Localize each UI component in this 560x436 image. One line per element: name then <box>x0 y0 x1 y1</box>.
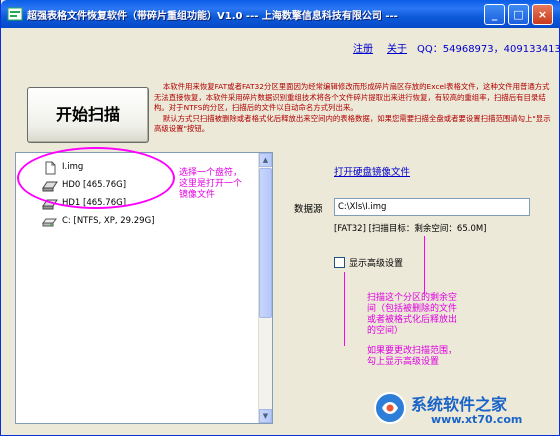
title-bar: 超强表格文件恢复软件（带碎片重组功能）V1.0 --- 上海数擎信息科技有限公司… <box>1 0 560 28</box>
source-field[interactable]: C:\Xls\I.img <box>334 198 530 216</box>
highlight-circle <box>17 147 175 209</box>
tree-scrollbar[interactable]: ▲ ▼ <box>258 153 272 423</box>
app-icon <box>7 7 23 21</box>
advanced-settings-checkbox[interactable] <box>334 257 345 268</box>
watermark-url: www.xt70.com <box>431 413 523 426</box>
maximize-button[interactable]: □ <box>508 4 529 25</box>
qq-contact: QQ：54968973，409133413 <box>417 44 560 55</box>
advanced-annotation: 如果要更改扫描范围， 勾上显示高级设置 <box>367 346 458 367</box>
scroll-down-arrow[interactable]: ▼ <box>259 409 272 423</box>
open-image-link[interactable]: 打开硬盘镜像文件 <box>334 164 410 178</box>
annotation-line <box>344 272 345 346</box>
scroll-thumb[interactable] <box>259 168 272 318</box>
annotation-line <box>424 236 425 294</box>
partition-icon <box>42 218 57 227</box>
window-title: 超强表格文件恢复软件（带碎片重组功能）V1.0 --- 上海数擎信息科技有限公司… <box>27 11 398 22</box>
about-link[interactable]: 关于 <box>387 40 407 55</box>
scroll-up-arrow[interactable]: ▲ <box>259 153 272 167</box>
tree-annotation: 选择一个盘符， 这里是打开一个 镜像文件 <box>179 168 243 200</box>
scan-info-text: [FAT32] [扫描目标：剩余空间：65.0M] <box>334 224 487 234</box>
watermark-name: 系统软件之家 <box>411 395 508 414</box>
description-paragraph-1: 本软件用来恢复FAT或者FAT32分区里面因为经常编辑修改而形成碎片扇区存放的E… <box>154 82 550 112</box>
watermark-logo-icon <box>374 392 406 424</box>
register-link[interactable]: 注册 <box>353 40 373 55</box>
close-button[interactable]: × <box>532 4 553 25</box>
minimize-button[interactable]: _ <box>484 4 505 25</box>
partition-annotation: 扫描这个分区的剩余空 间（包括被删除的文件 或者被格式化后释放出 的空间） <box>367 293 458 336</box>
advanced-settings-label: 显示高级设置 <box>349 259 404 269</box>
description-paragraph-2: 默认方式只扫描被删除或者格式化后释放出来空间内的表格数据，如果您需要扫描全盘或者… <box>154 113 551 134</box>
description-text: 本软件用来恢复FAT或者FAT32分区里面因为经常编辑修改而形成碎片扇区存放的E… <box>154 82 554 135</box>
tree-item-label: C: [NTFS, XP, 29.29G] <box>62 216 155 226</box>
main-window: 超强表格文件恢复软件（带碎片重组功能）V1.0 --- 上海数擎信息科技有限公司… <box>0 0 560 436</box>
source-label: 数据源 <box>294 204 323 215</box>
start-scan-button[interactable]: 开始扫描 <box>27 87 149 143</box>
site-watermark: 系统软件之家 www.xt70.com <box>373 389 553 429</box>
